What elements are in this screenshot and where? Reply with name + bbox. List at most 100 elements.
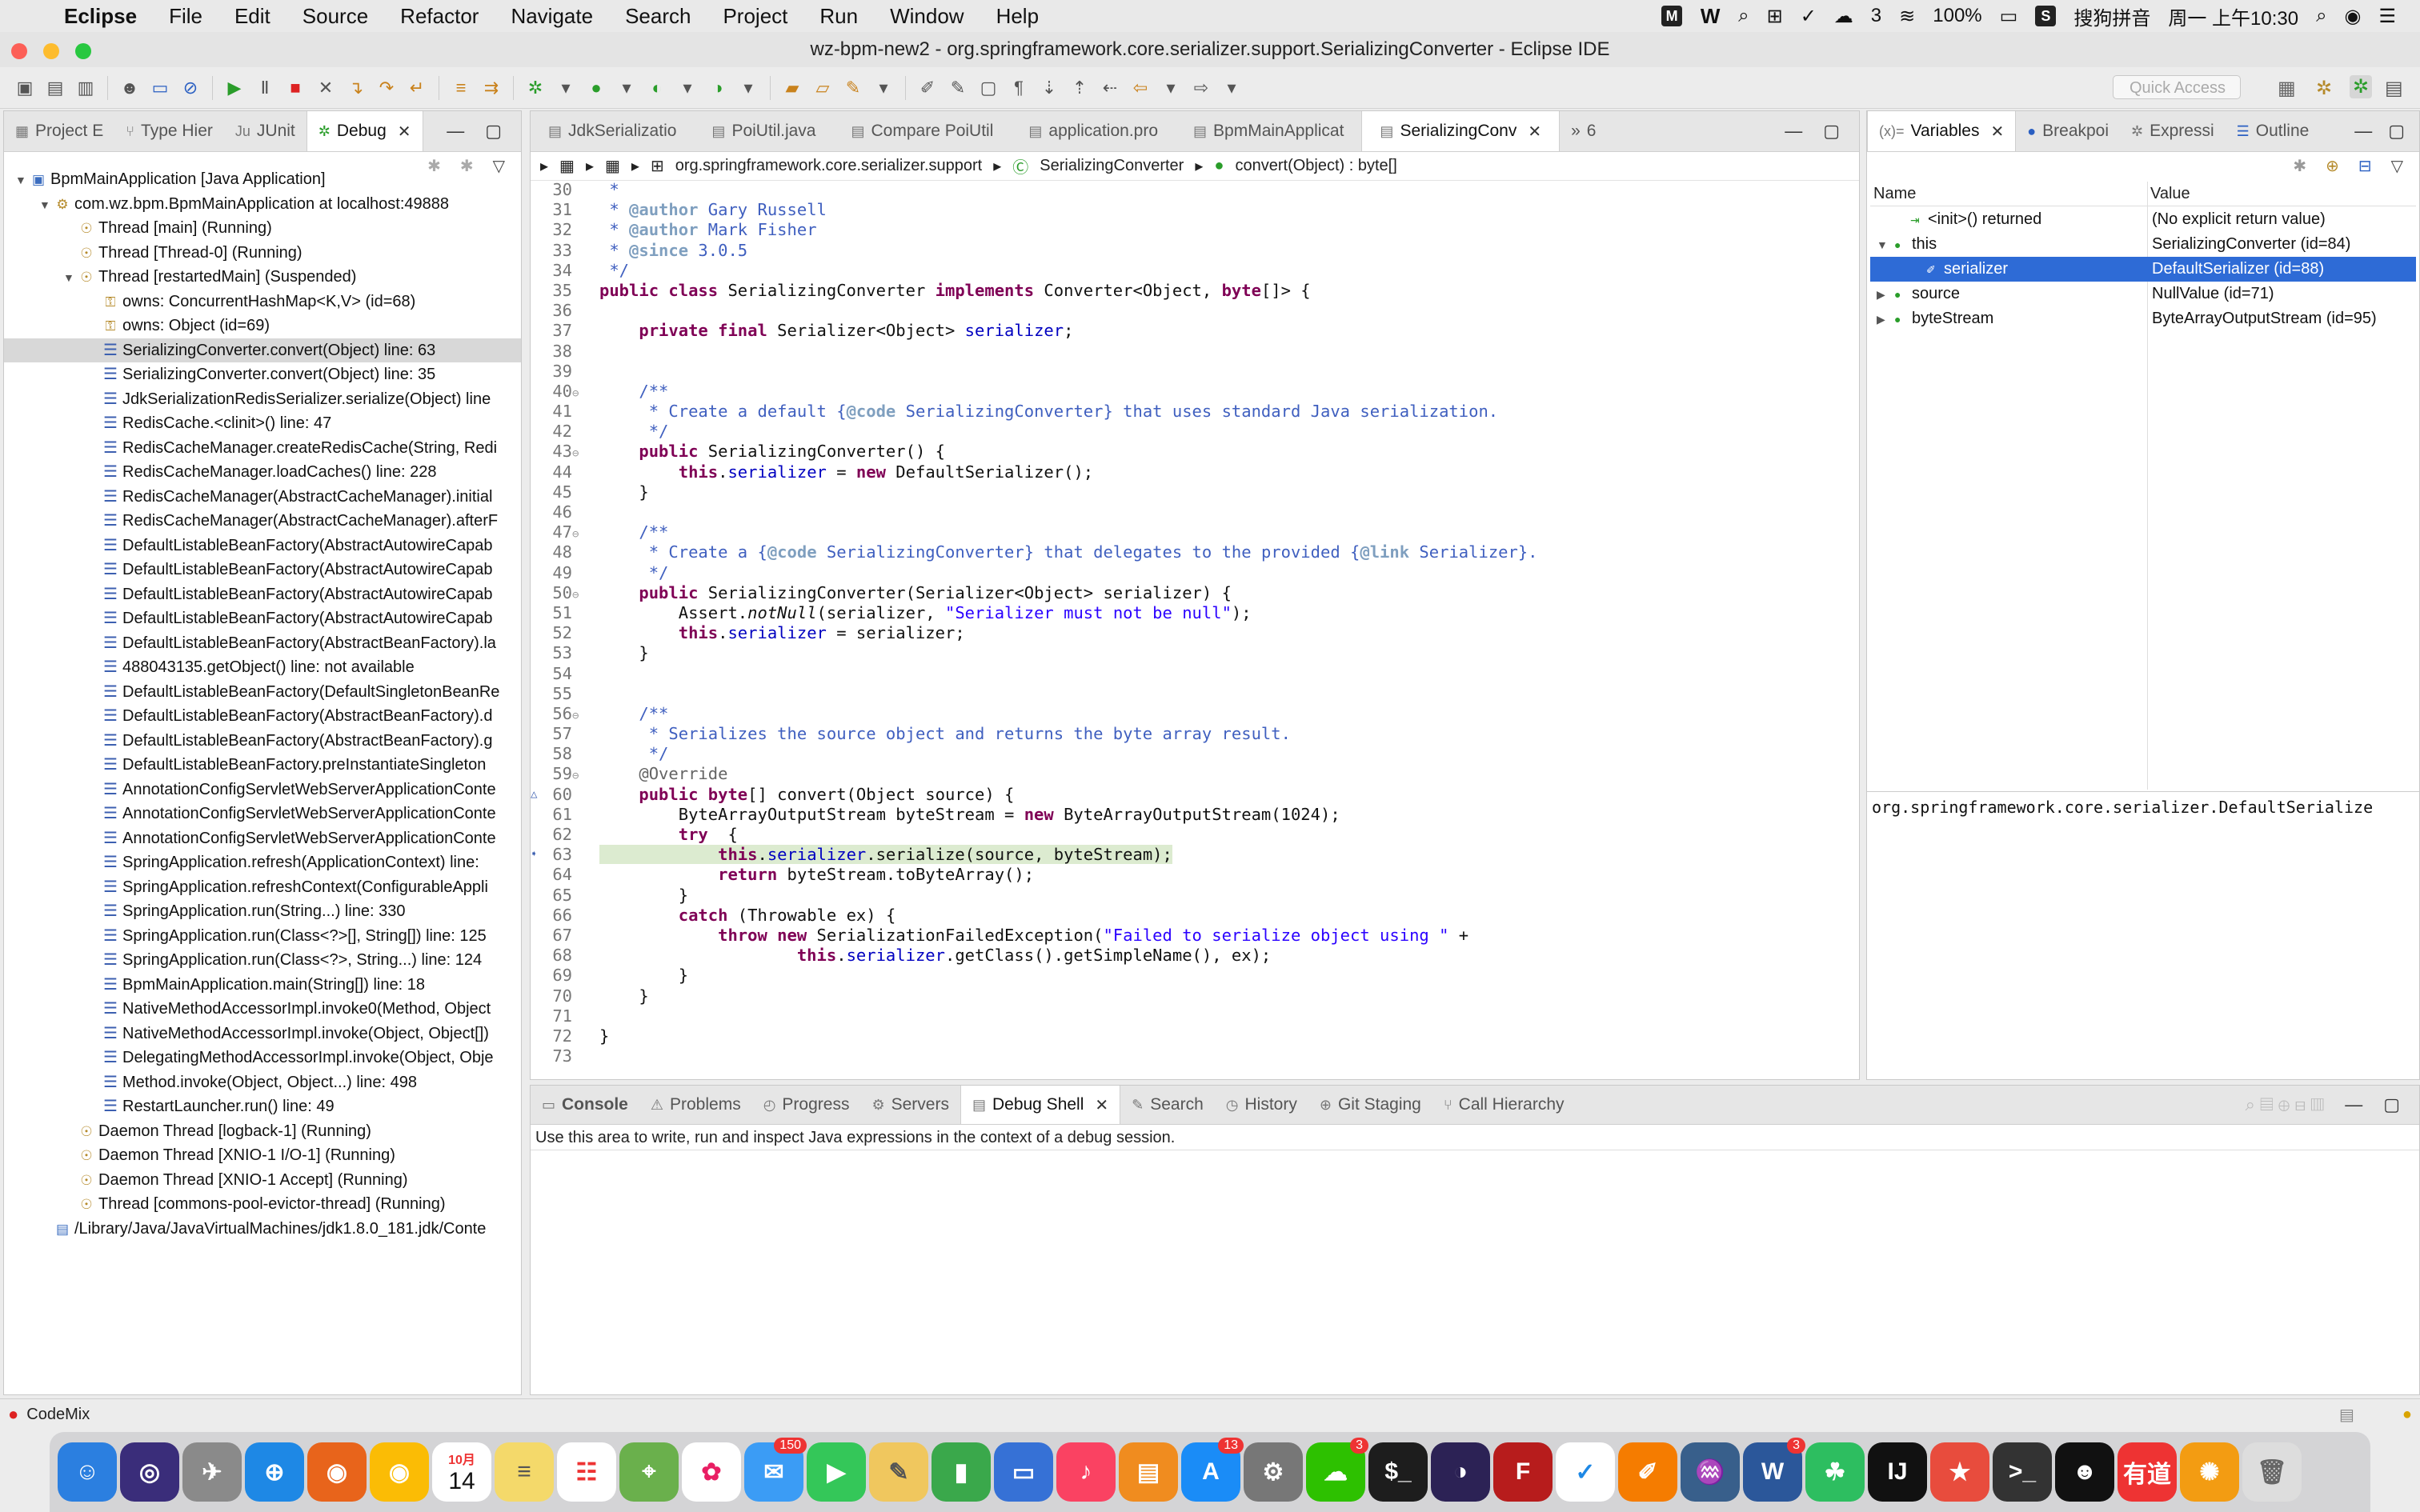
expand-toggle-icon[interactable]: ▶ <box>1877 282 1894 307</box>
code-line[interactable]: △ 60 public byte[] convert(Object source)… <box>531 785 1859 805</box>
stack-frame-row[interactable]: ☰ DefaultListableBeanFactory(AbstractAuto… <box>4 606 521 631</box>
code-line[interactable]: 73 <box>531 1046 1859 1066</box>
maps-icon[interactable]: ⌖ <box>619 1442 679 1502</box>
music-icon[interactable]: ♪ <box>1056 1442 1116 1502</box>
stack-frame-row[interactable]: ☰ SpringApplication.refresh(ApplicationCo… <box>4 850 521 875</box>
save-all-icon[interactable]: ▥ <box>72 74 99 102</box>
run-dropdown-icon[interactable]: ▾ <box>613 74 640 102</box>
new-icon[interactable]: ▣ <box>11 74 38 102</box>
quick-access-input[interactable]: Quick Access <box>2113 75 2241 99</box>
stack-frame-row[interactable]: ☰ SerializingConverter.convert(Object) li… <box>4 362 521 387</box>
debug-tree-row[interactable]: ▼ ⚙ com.wz.bpm.BpmMainApplication at local… <box>4 192 521 217</box>
bottom-tab[interactable]: ⊕ Git Staging <box>1308 1086 1432 1124</box>
annotation-icon[interactable]: ✐ <box>914 74 941 102</box>
app-status-icon[interactable]: M <box>1661 6 1683 26</box>
notes-icon[interactable]: ≡ <box>495 1442 554 1502</box>
code-line[interactable]: 41 * Create a default {@code Serializing… <box>531 402 1859 422</box>
reminders-icon[interactable]: ☷ <box>557 1442 616 1502</box>
block-selection-icon[interactable]: ▢ <box>975 74 1002 102</box>
spotlight-icon[interactable]: ⌕ <box>2316 5 2326 27</box>
view-menu-icon[interactable]: ▽ <box>2391 156 2403 176</box>
statusbar-text[interactable]: CodeMix <box>26 1406 90 1424</box>
code-line[interactable]: 62 try { <box>531 825 1859 845</box>
close-window-button[interactable] <box>11 43 27 59</box>
debug-tree-row[interactable]: ☉ Thread [commons-pool-evictor-thread] (R… <box>4 1192 521 1217</box>
editor-tab-overflow[interactable]: » 6 <box>1560 111 1607 151</box>
code-line[interactable]: 65 } <box>531 886 1859 906</box>
open-console-icon[interactable]: ▭ <box>146 74 174 102</box>
wechat-icon[interactable]: ☁ 3 <box>1306 1438 1368 1502</box>
code-line[interactable]: 31 * @author Gary Russell <box>531 200 1859 220</box>
stack-frame-row[interactable]: ☰ DefaultListableBeanFactory.preInstantia… <box>4 753 521 778</box>
java-ee-perspective-icon[interactable]: ✲ <box>2316 77 2332 100</box>
search-dropdown-icon[interactable]: ▾ <box>870 74 897 102</box>
stack-frame-row[interactable]: ☰ SpringApplication.run(String...) line: … <box>4 899 521 924</box>
close-tab-icon[interactable]: ✕ <box>1095 1095 1108 1115</box>
code-line[interactable]: 61 ByteArrayOutputStream byteStream = ne… <box>531 805 1859 825</box>
disconnect-icon[interactable]: ✕ <box>312 74 339 102</box>
coverage-dropdown-icon[interactable]: ▾ <box>674 74 701 102</box>
code-line[interactable]: 53 } <box>531 643 1859 663</box>
tab-type-hierarchy[interactable]: ⑂ Type Hier <box>114 111 224 151</box>
chrome-icon[interactable]: ◉ <box>370 1442 429 1502</box>
show-whitespace-icon[interactable]: ¶ <box>1005 74 1032 102</box>
show-logical-structure-icon[interactable]: ⊕ <box>2326 156 2339 176</box>
stack-frame-row[interactable]: ☰ DefaultListableBeanFactory(AbstractBean… <box>4 704 521 729</box>
mysql-workbench-icon[interactable]: ♒ <box>1681 1442 1740 1502</box>
editor-tab[interactable]: ▤ application.pro <box>1011 111 1176 151</box>
code-line[interactable]: 42 */ <box>531 422 1859 442</box>
code-line[interactable]: 52 this.serializer = serializer; <box>531 623 1859 643</box>
expand-toggle-icon[interactable]: ▶ <box>1877 307 1894 332</box>
code-line[interactable]: 39 <box>531 362 1859 382</box>
variable-row[interactable]: ⇥ <init>() returned (No explicit return va… <box>1870 207 2416 232</box>
code-line[interactable]: 67 throw new SerializationFailedExceptio… <box>531 926 1859 946</box>
back-icon[interactable]: ⇦ <box>1127 74 1154 102</box>
ime-icon[interactable]: S <box>2035 6 2057 26</box>
filezilla-icon[interactable]: F <box>1493 1442 1553 1502</box>
debug-tree-row[interactable]: ▼ ▣ BpmMainApplication [Java Application] <box>4 167 521 192</box>
bottom-tab[interactable]: ⚠ Problems <box>639 1086 752 1124</box>
code-line[interactable]: 30 * <box>531 180 1859 200</box>
search-tool-icon[interactable]: ✎ <box>839 74 867 102</box>
stack-frame-row[interactable]: ☰ RedisCache.<clinit>() line: 47 <box>4 411 521 436</box>
breadcrumb-nav-icon[interactable]: ▸ <box>540 156 548 176</box>
menu-navigate[interactable]: Navigate <box>495 4 609 29</box>
collapse-all-icon[interactable]: ⊟ <box>2358 156 2372 176</box>
debug-icon[interactable]: ✲ <box>522 74 549 102</box>
stack-frame-row[interactable]: ☰ JdkSerializationRedisSerializer.seriali… <box>4 387 521 412</box>
forward-icon[interactable]: ⇨ <box>1188 74 1215 102</box>
coverage-icon[interactable]: ◐ <box>643 74 671 102</box>
intellij-icon[interactable]: IJ <box>1868 1442 1927 1502</box>
stack-frame-row[interactable]: ☰ RedisCacheManager(AbstractCacheManager)… <box>4 485 521 510</box>
bottom-tab[interactable]: ▤ Debug Shell ✕ <box>960 1086 1121 1124</box>
debug-tree-row[interactable]: ☉ Daemon Thread [XNIO-1 I/O-1] (Running) <box>4 1143 521 1168</box>
external-tools-dropdown-icon[interactable]: ▾ <box>735 74 762 102</box>
terminate-icon[interactable]: ■ <box>282 74 309 102</box>
bottom-tab[interactable]: ✎ Search <box>1120 1086 1215 1124</box>
search-status-icon[interactable]: ⌕ <box>1738 5 1749 27</box>
zoom-window-button[interactable] <box>75 43 91 59</box>
eclipse-icon[interactable]: ◑ <box>1431 1442 1490 1502</box>
breadcrumb-class[interactable]: SerializingConverter <box>1040 157 1184 175</box>
menu-project[interactable]: Project <box>707 4 803 29</box>
bottom-tab[interactable]: ▭ Console <box>531 1086 639 1124</box>
minimize-icon[interactable]: — <box>1785 121 1802 142</box>
code-line[interactable]: 40⊖ /** <box>531 382 1859 402</box>
code-line[interactable]: 58 */ <box>531 744 1859 764</box>
menu-refactor[interactable]: Refactor <box>384 4 495 29</box>
save-icon[interactable]: ▤ <box>42 74 69 102</box>
jar-icon[interactable]: ▦ <box>605 156 620 176</box>
stack-frame-row[interactable]: ☰ NativeMethodAccessorImpl.invoke(Object,… <box>4 1022 521 1046</box>
debug-tree-row[interactable]: ☉ Daemon Thread [logback-1] (Running) <box>4 1119 521 1144</box>
drop-to-frame-icon[interactable]: ≡ <box>447 74 475 102</box>
photos-icon[interactable]: ✿ <box>682 1442 741 1502</box>
app-store-icon[interactable]: A 13 <box>1181 1438 1244 1502</box>
code-line[interactable]: 51 Assert.notNull(serializer, "Serialize… <box>531 603 1859 623</box>
debug-tree-row[interactable]: ☉ Thread [Thread-0] (Running) <box>4 241 521 266</box>
siri-icon[interactable]: ◎ <box>120 1442 179 1502</box>
numbers-icon[interactable]: ▮ <box>932 1442 991 1502</box>
variable-row[interactable]: ✐ serializer DefaultSerializer (id=88) <box>1870 257 2416 282</box>
bottom-tab[interactable]: ⚙ Servers <box>860 1086 960 1124</box>
menu-file[interactable]: File <box>153 4 218 29</box>
editor-tab[interactable]: ▤ SerializingConv ✕ <box>1361 111 1561 151</box>
